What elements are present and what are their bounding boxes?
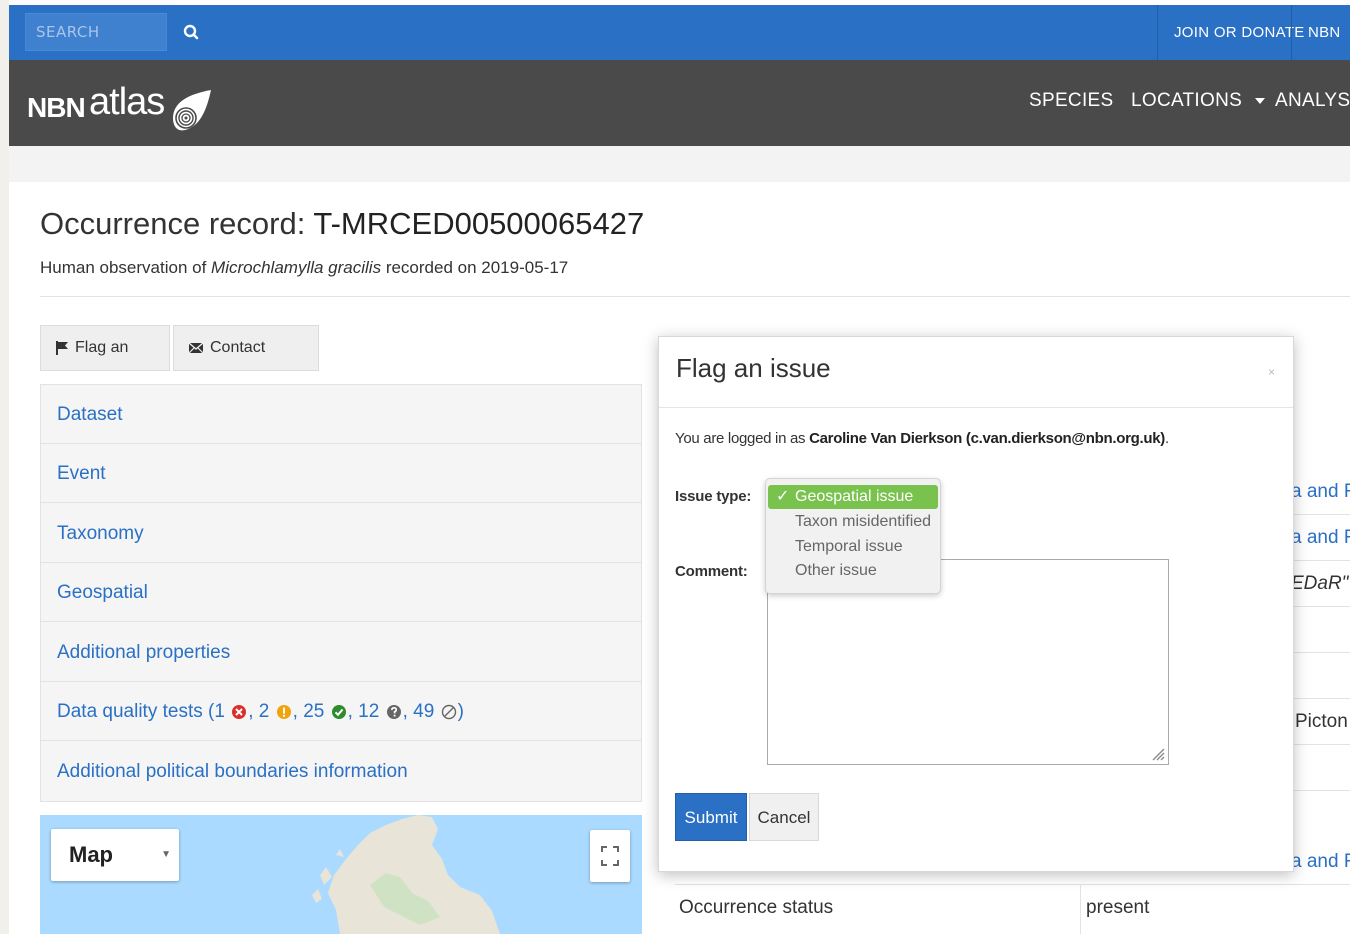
dq-prefix: Data quality tests ( [57, 701, 215, 722]
search-input[interactable]: SEARCH [25, 13, 167, 51]
caret-down-icon: ▼ [161, 849, 171, 860]
fullscreen-icon [601, 846, 619, 866]
check-icon: ✓ [776, 488, 790, 505]
option-label: Geospatial issue [795, 488, 914, 505]
divider [40, 296, 1350, 297]
dq-fail-count: 1 [214, 701, 225, 722]
comment-label: Comment: [675, 563, 748, 580]
page-title: Occurrence record: T-MRCED00500065427 [40, 206, 644, 242]
table-link[interactable]: a and Re [1291, 481, 1350, 503]
subtitle-suffix: recorded on 2019-05-17 [381, 258, 569, 277]
warning-icon [276, 704, 291, 719]
table-divider [1291, 790, 1350, 791]
logged-in-notice: You are logged in as Caroline Van Dierks… [675, 430, 1169, 447]
dq-suffix: ) [457, 701, 464, 722]
submit-button[interactable]: Submit [675, 793, 747, 841]
dq-warn-count: 2 [258, 701, 270, 722]
title-prefix: Occurrence record: [40, 206, 314, 241]
section-geospatial[interactable]: Geospatial [41, 563, 641, 622]
fullscreen-button[interactable] [590, 830, 630, 882]
issue-option-geospatial[interactable]: ✓ Geospatial issue [768, 485, 938, 509]
occurrence-status-value: present [1086, 897, 1150, 918]
table-column-divider [1080, 884, 1081, 934]
logo-atlas-text: atlas [89, 81, 165, 123]
nav-analyse[interactable]: ANALYSE [1275, 60, 1350, 146]
main-nav: NBN atlas SPECIES LOCATIONS ANALYSE [9, 60, 1350, 146]
occurrence-status-label: Occurrence status [679, 897, 834, 918]
contact-curator-button[interactable]: Contact curator [173, 325, 319, 400]
section-political-boundaries[interactable]: Additional political boundaries informat… [41, 742, 641, 801]
dq-na-count: 49 [413, 701, 435, 722]
logo-nbn-text: NBN [27, 92, 86, 123]
record-sections: Dataset Event Taxonomy Geospatial Additi… [40, 384, 642, 802]
page-subtitle: Human observation of Microchlamylla grac… [40, 258, 568, 278]
table-divider [675, 884, 1350, 885]
banner-band [9, 146, 1350, 182]
pass-icon [331, 704, 346, 719]
issue-option-temporal[interactable]: Temporal issue [768, 535, 938, 559]
fingerprint-logo-icon [173, 90, 211, 131]
logged-prefix: You are logged in as [675, 430, 810, 447]
cancel-button[interactable]: Cancel [749, 793, 819, 841]
map-type-label: Map [69, 842, 113, 867]
section-additional-properties[interactable]: Additional properties [41, 623, 641, 682]
dq-unknown-count: 12 [358, 701, 380, 722]
flag-icon [56, 340, 68, 355]
nbn-atlas-link[interactable]: NBN AT [1291, 5, 1350, 96]
table-cell: Picton [1295, 711, 1348, 732]
issue-option-other[interactable]: Other issue [768, 559, 938, 583]
fail-icon [232, 704, 247, 719]
table-divider [1291, 514, 1350, 515]
nav-locations[interactable]: LOCATIONS [1131, 60, 1266, 146]
section-event[interactable]: Event [41, 444, 641, 503]
question-icon [386, 704, 401, 719]
table-link[interactable]: a and Re [1291, 527, 1350, 549]
dq-pass-count: 25 [303, 701, 325, 722]
table-divider [1291, 652, 1350, 653]
map-type-select[interactable]: Map ▼ [51, 829, 179, 881]
resize-handle-icon [1152, 748, 1165, 761]
page: SEARCH JOIN OR DONATE NBN AT NBN atlas S… [9, 0, 1350, 934]
nav-locations-label: LOCATIONS [1131, 90, 1243, 111]
nav-species[interactable]: SPECIES [1029, 60, 1113, 146]
dialog-title: Flag an issue [676, 353, 831, 383]
caret-down-icon [1254, 97, 1265, 104]
dialog-divider [659, 407, 1293, 408]
issue-type-label: Issue type: [675, 488, 752, 505]
logged-suffix: . [1164, 430, 1169, 447]
section-taxonomy[interactable]: Taxonomy [41, 504, 641, 563]
section-data-quality-tests[interactable]: Data quality tests (1 , 2 , 25 , 12 , 49… [41, 682, 641, 741]
search-button[interactable] [177, 17, 205, 47]
table-divider [1291, 744, 1350, 745]
envelope-icon [188, 342, 204, 354]
table-divider [1291, 698, 1350, 699]
species-name: Microchlamylla gracilis [211, 258, 382, 277]
table-cell: EDaR" [1291, 573, 1349, 594]
close-icon[interactable]: × [1268, 365, 1275, 379]
table-divider [1291, 560, 1350, 561]
logged-user: Caroline Van Dierkson (c.van.dierkson@nb… [809, 430, 1165, 447]
issue-type-dropdown[interactable]: ✓ Geospatial issue Taxon misidentified Te… [765, 478, 941, 594]
table-divider [1291, 606, 1350, 607]
occurrence-map[interactable]: Map ▼ [40, 815, 642, 934]
not-applicable-icon [441, 704, 456, 720]
record-id: T-MRCED00500065427 [313, 206, 645, 241]
section-dataset[interactable]: Dataset [41, 385, 641, 444]
top-bar: SEARCH JOIN OR DONATE NBN AT [9, 5, 1350, 96]
subtitle-prefix: Human observation of [40, 258, 212, 277]
issue-option-taxon[interactable]: Taxon misidentified [768, 510, 938, 534]
flag-issue-dialog: Flag an issue × You are logged in as Car… [658, 336, 1294, 872]
flag-issue-button[interactable]: Flag an issue [40, 325, 170, 400]
search-icon [183, 24, 199, 40]
table-link[interactable]: a and Re [1291, 851, 1350, 873]
